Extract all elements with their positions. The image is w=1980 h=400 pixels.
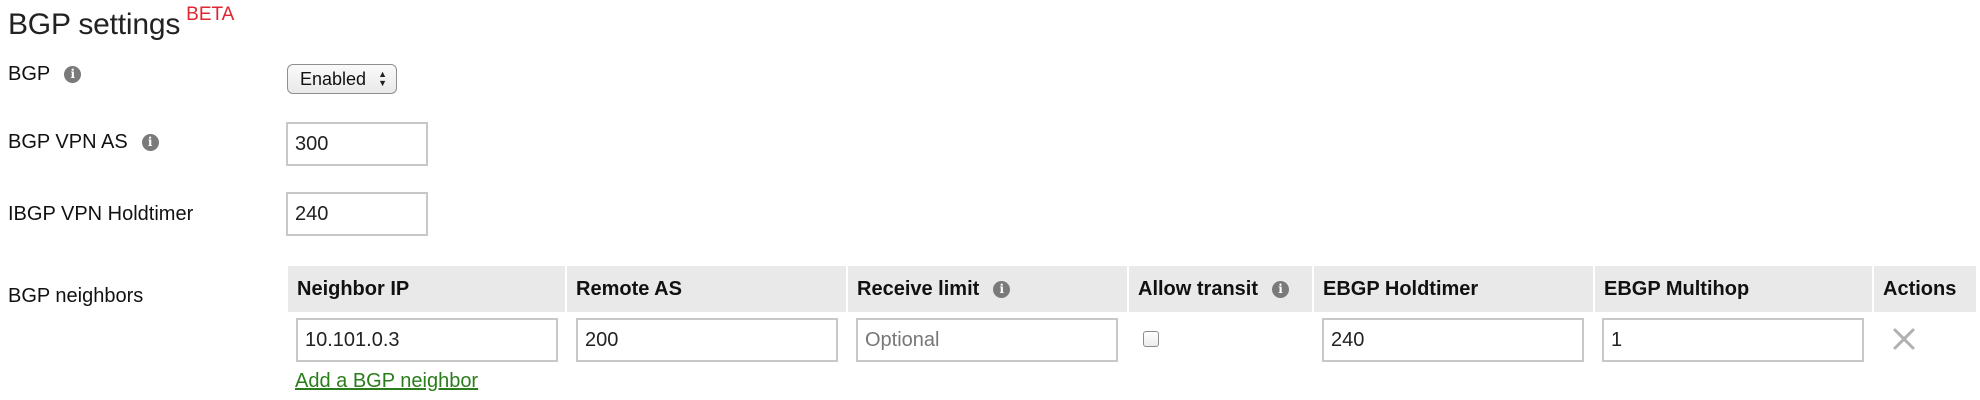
add-bgp-neighbor-link[interactable]: Add a BGP neighbor (295, 370, 478, 393)
neighbors-label: BGP neighbors (8, 285, 144, 307)
holdtimer-input[interactable]: 240 (286, 192, 428, 236)
vpn-as-label: BGP VPN AS (8, 131, 128, 153)
column-label: EBGP Holdtimer (1323, 277, 1479, 300)
holdtimer-label-row: IBGP VPN Holdtimer (8, 203, 193, 226)
beta-badge: BETA (186, 4, 235, 25)
ebgp-holdtimer-input[interactable]: 240 (1322, 318, 1584, 362)
column-header-remote-as: Remote AS (567, 266, 846, 312)
column-header-ebgp-holdtimer: EBGP Holdtimer (1314, 266, 1593, 312)
info-icon[interactable]: i (1272, 280, 1290, 298)
neighbor-ip-input[interactable]: 10.101.0.3 (296, 318, 558, 362)
column-header-receive-limit: Receive limit i (848, 266, 1127, 312)
column-header-ebgp-multihop: EBGP Multihop (1595, 266, 1872, 312)
column-header-neighbor-ip: Neighbor IP (288, 266, 565, 312)
receive-limit-input[interactable]: Optional (856, 318, 1118, 362)
column-label: EBGP Multihop (1604, 277, 1750, 300)
allow-transit-checkbox[interactable] (1143, 331, 1159, 347)
bgp-select-value: Enabled (300, 68, 367, 89)
ebgp-multihop-input[interactable]: 1 (1602, 318, 1864, 362)
info-icon[interactable]: i (64, 66, 82, 83)
column-header-actions: Actions (1874, 266, 1976, 312)
close-icon[interactable] (1891, 326, 1917, 352)
column-label: Neighbor IP (297, 277, 410, 300)
column-label: Receive limit (857, 277, 980, 300)
info-icon[interactable]: i (141, 134, 159, 151)
column-label: Remote AS (576, 277, 682, 300)
column-header-allow-transit: Allow transit i (1129, 266, 1312, 312)
neighbors-label-row: BGP neighbors (8, 285, 143, 308)
holdtimer-label: IBGP VPN Holdtimer (8, 203, 194, 225)
column-label: Actions (1883, 277, 1957, 300)
select-arrows-icon: ▲ ▼ (378, 69, 387, 88)
page-header: BGP settings BETA (8, 4, 234, 48)
page-title: BGP settings (8, 8, 181, 41)
bgp-label-row: BGP i (8, 63, 82, 86)
vpn-as-input[interactable]: 300 (286, 122, 428, 166)
bgp-select[interactable]: Enabled ▲ ▼ (287, 64, 397, 94)
remote-as-input[interactable]: 200 (576, 318, 838, 362)
vpn-as-label-row: BGP VPN AS i (8, 131, 159, 154)
column-label: Allow transit (1138, 277, 1259, 300)
info-icon[interactable]: i (993, 280, 1011, 298)
bgp-label: BGP (8, 63, 51, 85)
